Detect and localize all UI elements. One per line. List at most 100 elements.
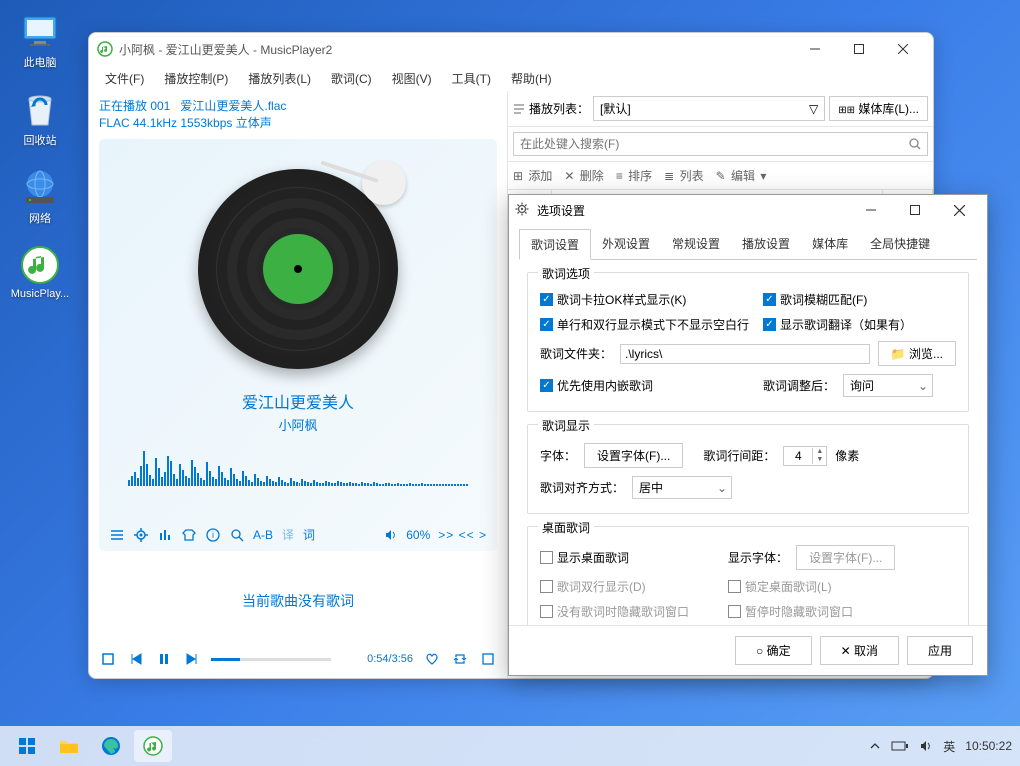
menu-playback[interactable]: 播放控制(P) bbox=[156, 67, 236, 90]
list-button[interactable]: ≣ 列表 bbox=[664, 167, 703, 184]
media-library-button[interactable]: ⊞⊞ 媒体库(L)... bbox=[829, 96, 928, 121]
progress-bar[interactable] bbox=[211, 658, 331, 661]
adjust-select[interactable]: 询问 bbox=[843, 374, 933, 397]
checkbox-karaoke[interactable]: 歌词卡拉OK样式显示(K) bbox=[540, 291, 755, 308]
delete-button[interactable]: ✕ 删除 bbox=[564, 167, 603, 184]
menu-tools[interactable]: 工具(T) bbox=[444, 67, 499, 90]
desktop-icon-network[interactable]: 网络 bbox=[10, 166, 70, 226]
desktop-icon-recycle-bin[interactable]: 回收站 bbox=[10, 88, 70, 148]
settings-content: 歌词选项 歌词卡拉OK样式显示(K) 歌词模糊匹配(F) 单行和双行显示模式下不… bbox=[509, 260, 987, 625]
ok-button[interactable]: ○ 确定 bbox=[735, 636, 812, 665]
next-button[interactable] bbox=[183, 650, 201, 668]
group-lyric-options: 歌词选项 歌词卡拉OK样式显示(K) 歌词模糊匹配(F) 单行和双行显示模式下不… bbox=[527, 272, 969, 412]
checkbox-opt-b[interactable]: 暂停时隐藏歌词窗口 bbox=[728, 603, 853, 620]
heart-icon[interactable] bbox=[423, 650, 441, 668]
playlist-label: 播放列表： bbox=[513, 100, 589, 117]
checkbox-hide-blank[interactable]: 单行和双行显示模式下不显示空白行 bbox=[540, 316, 755, 333]
ab-repeat[interactable]: A-B bbox=[253, 528, 273, 542]
record-disc bbox=[198, 169, 398, 369]
musicplayer-taskbar[interactable] bbox=[134, 730, 172, 762]
tab-hotkeys[interactable]: 全局快捷键 bbox=[859, 229, 941, 260]
tab-appearance[interactable]: 外观设置 bbox=[591, 229, 661, 260]
menu-view[interactable]: 视图(V) bbox=[384, 67, 440, 90]
menu-icon[interactable] bbox=[109, 527, 124, 542]
expand-icon[interactable] bbox=[479, 650, 497, 668]
menu-playlist[interactable]: 播放列表(L) bbox=[240, 67, 319, 90]
minimize-button[interactable] bbox=[793, 34, 837, 64]
nav-arrows[interactable]: >> << > bbox=[438, 528, 487, 542]
close-button[interactable] bbox=[881, 34, 925, 64]
pause-button[interactable] bbox=[155, 650, 173, 668]
font-button[interactable]: 设置字体(F)... bbox=[584, 443, 683, 468]
tab-playback[interactable]: 播放设置 bbox=[731, 229, 801, 260]
minimize-button[interactable] bbox=[849, 196, 893, 224]
lyric-icon[interactable]: 词 bbox=[303, 526, 315, 543]
checkbox-opt-a[interactable]: 没有歌词时隐藏歌词窗口 bbox=[540, 603, 720, 620]
battery-icon[interactable] bbox=[891, 740, 909, 752]
cancel-button[interactable]: ✕ 取消 bbox=[820, 636, 899, 665]
align-select[interactable]: 居中 bbox=[632, 476, 732, 499]
display-font-button[interactable]: 设置字体(F)... bbox=[796, 545, 895, 570]
settings-buttons: ○ 确定 ✕ 取消 应用 bbox=[509, 625, 987, 675]
checkbox-show-translation[interactable]: 显示歌词翻译（如果有） bbox=[763, 316, 912, 333]
add-button[interactable]: ⊞ 添加 bbox=[513, 167, 552, 184]
display-font-label: 显示字体： bbox=[728, 549, 788, 566]
px-label: 像素 bbox=[835, 447, 859, 464]
tab-general[interactable]: 常规设置 bbox=[661, 229, 731, 260]
search-icon[interactable] bbox=[229, 527, 244, 542]
menu-lyrics[interactable]: 歌词(C) bbox=[323, 67, 380, 90]
volume-icon[interactable] bbox=[919, 739, 933, 753]
playlist-select[interactable]: [默认] ▽ bbox=[593, 96, 825, 121]
desktop-icon-label: 网络 bbox=[29, 210, 51, 226]
equalizer-icon[interactable] bbox=[157, 527, 172, 542]
tab-media[interactable]: 媒体库 bbox=[801, 229, 859, 260]
now-playing-file-link[interactable]: 爱江山更爱美人.flac bbox=[180, 99, 286, 113]
edge-button[interactable] bbox=[92, 730, 130, 762]
checkbox-show-desktop[interactable]: 显示桌面歌词 bbox=[540, 549, 720, 566]
sort-button[interactable]: ≡ 排序 bbox=[616, 167, 652, 184]
titlebar[interactable]: 小阿枫 - 爱江山更爱美人 - MusicPlayer2 bbox=[89, 33, 933, 65]
app-icon bbox=[97, 41, 113, 57]
search-input[interactable] bbox=[513, 132, 928, 156]
clock[interactable]: 10:50:22 bbox=[965, 739, 1012, 753]
folder-input[interactable] bbox=[620, 344, 870, 364]
close-button[interactable] bbox=[937, 196, 981, 224]
desktop-icon-musicplayer[interactable]: MusicPlay... bbox=[10, 244, 70, 300]
prev-button[interactable] bbox=[127, 650, 145, 668]
volume-icon[interactable] bbox=[383, 527, 398, 542]
checkbox-fuzzy[interactable]: 歌词模糊匹配(F) bbox=[763, 291, 867, 308]
menu-help[interactable]: 帮助(H) bbox=[503, 67, 560, 90]
search-icon[interactable] bbox=[908, 137, 922, 151]
checkbox-prefer-embedded[interactable]: 优先使用内嵌歌词 bbox=[540, 377, 755, 394]
align-label: 歌词对齐方式： bbox=[540, 479, 624, 496]
stop-button[interactable] bbox=[99, 650, 117, 668]
translate-icon[interactable]: 译 bbox=[282, 526, 294, 543]
skin-icon[interactable] bbox=[181, 527, 196, 542]
settings-titlebar[interactable]: 选项设置 bbox=[509, 195, 987, 225]
chevron-up-icon[interactable] bbox=[869, 740, 881, 752]
explorer-button[interactable] bbox=[50, 730, 88, 762]
desktop-icon-this-pc[interactable]: 此电脑 bbox=[10, 10, 70, 70]
repeat-icon[interactable] bbox=[451, 650, 469, 668]
group-desktop-lyrics: 桌面歌词 显示桌面歌词 显示字体： 设置字体(F)... 歌词双行显示(D) 锁… bbox=[527, 526, 969, 625]
checkbox-two-line[interactable]: 歌词双行显示(D) bbox=[540, 578, 720, 595]
tab-lyrics[interactable]: 歌词设置 bbox=[519, 229, 591, 260]
song-title: 爱江山更爱美人 bbox=[242, 389, 354, 413]
maximize-button[interactable] bbox=[893, 196, 937, 224]
folder-label: 歌词文件夹： bbox=[540, 345, 612, 362]
start-button[interactable] bbox=[8, 730, 46, 762]
ime-indicator[interactable]: 英 bbox=[943, 738, 955, 755]
checkbox-lock[interactable]: 锁定桌面歌词(L) bbox=[728, 578, 832, 595]
apply-button[interactable]: 应用 bbox=[907, 636, 973, 665]
chevron-down-icon: ▽ bbox=[809, 102, 818, 116]
browse-button[interactable]: 📁 浏览... bbox=[878, 341, 956, 366]
gear-icon bbox=[515, 202, 531, 218]
gear-icon[interactable] bbox=[133, 527, 148, 542]
menu-file[interactable]: 文件(F) bbox=[97, 67, 152, 90]
player-left-panel: 正在播放 001 爱江山更爱美人.flac FLAC 44.1kHz 1553k… bbox=[89, 91, 507, 678]
maximize-button[interactable] bbox=[837, 34, 881, 64]
edit-button[interactable]: ✎ 编辑 ▾ bbox=[716, 167, 767, 184]
line-spacing-spinner[interactable]: ▲▼ bbox=[783, 446, 827, 466]
info-icon[interactable]: i bbox=[205, 527, 220, 542]
lyrics-status: 当前歌曲没有歌词 bbox=[99, 591, 497, 611]
